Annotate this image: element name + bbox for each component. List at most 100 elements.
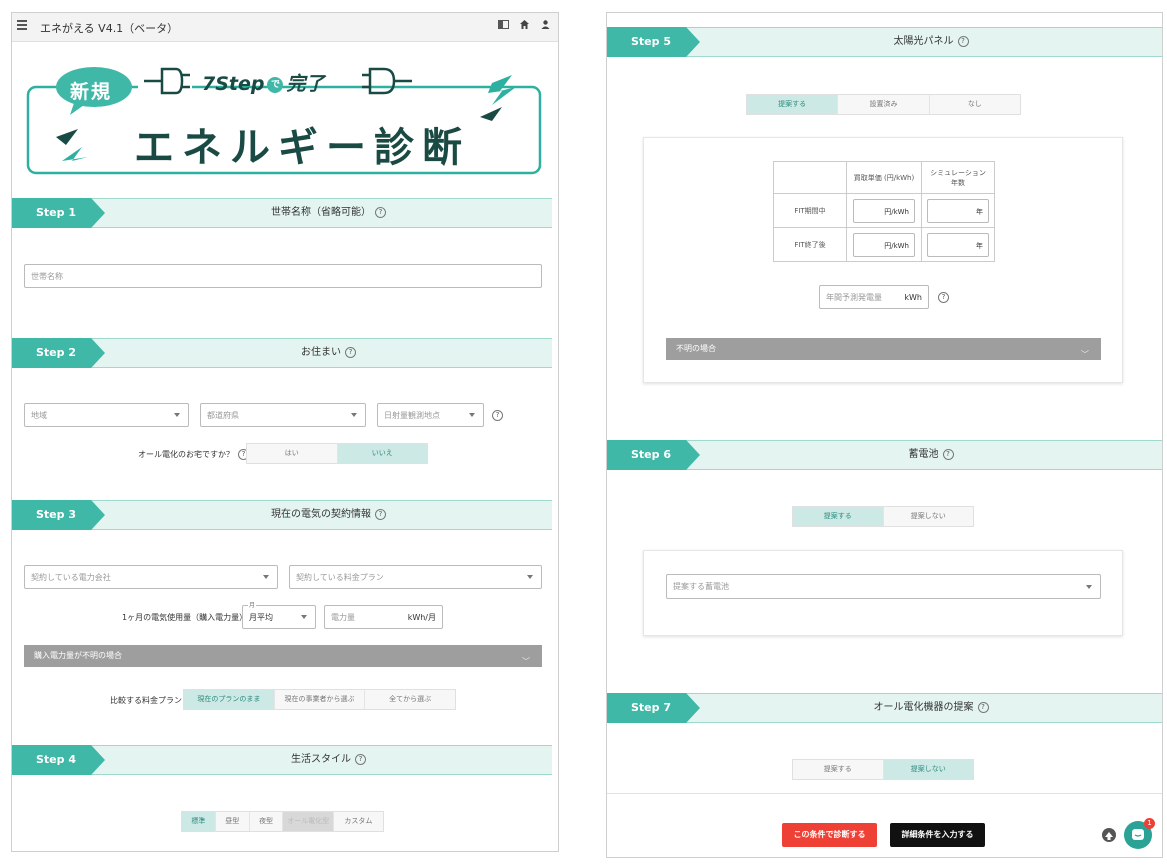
solar-none[interactable]: なし	[929, 95, 1020, 114]
battery-propose[interactable]: 提案する	[793, 507, 884, 526]
fit-during-years-input[interactable]: 年	[927, 198, 989, 223]
user-icon[interactable]	[540, 19, 551, 34]
battery-placeholder: 提案する蓄電池	[673, 582, 729, 591]
step3-header: Step 3 現在の電気の契約情報?	[12, 500, 552, 530]
lifestyle-custom[interactable]: カスタム	[333, 812, 383, 831]
device-no-propose[interactable]: 提案しない	[883, 760, 973, 779]
all-electric-device-toggle: 提案する 提案しない	[792, 759, 974, 780]
help-icon[interactable]: ?	[492, 410, 503, 421]
right-panel: Step 5 太陽光パネル? 提案する 設置済み なし 買取単価 (円/kWh)…	[606, 12, 1163, 858]
step4-title-wrap: 生活スタイル?	[105, 745, 552, 775]
purchase-unknown-accordion[interactable]: 購入電力量が不明の場合 ﹀	[24, 645, 542, 667]
battery-select[interactable]: 提案する蓄電池	[666, 574, 1101, 599]
step2-title-wrap: お住まい?	[105, 338, 552, 368]
step7-header: Step 7 オール電化機器の提案?	[607, 693, 1162, 723]
prefecture-placeholder: 都道府県	[207, 410, 239, 420]
annual-generation-input[interactable]: 年間予測発電量 kWh	[819, 285, 929, 309]
all-electric-label-text: オール電化のお宅ですか？	[138, 450, 234, 459]
solar-toggle: 提案する 設置済み なし	[746, 94, 1021, 115]
period-value: 月平均	[249, 612, 273, 622]
banner-de: で	[267, 76, 284, 93]
fit-during-price-input[interactable]: 円/kWh	[853, 198, 915, 223]
fit-table-corner	[773, 161, 847, 194]
panel-icon[interactable]	[498, 19, 509, 34]
fit-row-label: FIT期間中	[773, 193, 847, 228]
step6-header: Step 6 蓄電池?	[607, 440, 1162, 470]
rate-plan-select[interactable]: 契約している料金プラン	[289, 565, 542, 589]
home-icon[interactable]	[519, 19, 530, 34]
chevron-down-icon	[263, 575, 269, 579]
compare-plan-label: 比較する料金プラン	[110, 696, 182, 705]
scroll-top-icon[interactable]	[1102, 828, 1116, 842]
step3-tag: Step 3	[12, 500, 105, 530]
solar-installed[interactable]: 設置済み	[838, 95, 930, 114]
banner-main-title: エネルギー診断	[134, 125, 470, 171]
step6-title: 蓄電池	[908, 449, 939, 460]
compare-current-plan[interactable]: 現在のプランのまま	[184, 690, 275, 709]
solar-unknown-accordion[interactable]: 不明の場合 ﹀	[666, 338, 1101, 360]
fit-after-price-input[interactable]: 円/kWh	[853, 232, 915, 257]
fit-after-years-input[interactable]: 年	[927, 232, 989, 257]
household-name-placeholder: 世帯名称	[31, 271, 63, 281]
step6-tag: Step 6	[607, 440, 700, 470]
help-icon[interactable]: ?	[375, 508, 386, 520]
footer-divider	[607, 793, 1162, 794]
battery-no-propose[interactable]: 提案しない	[883, 507, 973, 526]
help-icon[interactable]: ?	[345, 346, 356, 358]
details-button[interactable]: 詳細条件を入力する	[890, 823, 985, 847]
chat-icon[interactable]: 1	[1124, 818, 1155, 849]
region-select[interactable]: 地域	[24, 403, 189, 427]
step5-title: 太陽光パネル	[893, 36, 954, 47]
usage-amount-placeholder: 電力量	[331, 612, 355, 622]
banner-step-line: 7Step で完了	[202, 69, 325, 96]
help-icon[interactable]: ?	[375, 206, 386, 218]
rate-plan-placeholder: 契約している料金プラン	[296, 572, 384, 582]
step2-header: Step 2 お住まい?	[12, 338, 552, 368]
diagnose-button[interactable]: この条件で診断する	[782, 823, 877, 847]
household-name-input[interactable]: 世帯名称	[24, 264, 542, 288]
chat-badge: 1	[1144, 818, 1155, 829]
diagnosis-banner: 新規 7Step で完了 エネルギー診断	[26, 65, 542, 175]
usage-amount-input[interactable]: 電力量 kWh/月	[324, 605, 443, 629]
compare-current-provider[interactable]: 現在の事業者から選ぶ	[274, 690, 366, 709]
period-select[interactable]: 月 月平均	[242, 600, 316, 629]
lifestyle-all-electric: オール電化型	[283, 812, 334, 831]
annual-generation-placeholder: 年間予測発電量	[826, 292, 882, 302]
power-company-select[interactable]: 契約している電力会社	[24, 565, 278, 589]
compare-all[interactable]: 全てから選ぶ	[365, 690, 456, 709]
step5-tag: Step 5	[607, 27, 700, 57]
chevron-down-icon	[1086, 584, 1092, 589]
lifestyle-daytime[interactable]: 昼型	[215, 812, 250, 831]
region-placeholder: 地域	[31, 410, 47, 420]
observation-placeholder: 日射量観測地点	[384, 410, 440, 420]
help-icon[interactable]: ?	[355, 753, 366, 765]
lifestyle-night[interactable]: 夜型	[249, 812, 284, 831]
help-icon[interactable]: ?	[977, 701, 989, 713]
step1-title-wrap: 世帯名称（省略可能）?	[105, 198, 552, 228]
chevron-down-icon: ﹀	[522, 657, 530, 666]
prefecture-select[interactable]: 都道府県	[200, 403, 366, 427]
chevron-down-icon: ﹀	[1081, 350, 1089, 359]
annual-generation-unit: kWh	[904, 292, 922, 302]
step4-header: Step 4 生活スタイル?	[12, 745, 552, 775]
fit-col-years-line2: 年数	[951, 178, 965, 187]
step3-title: 現在の電気の契約情報	[271, 509, 371, 520]
all-electric-yes[interactable]: はい	[247, 444, 338, 463]
fit-col-years: シミュレーション 年数	[921, 161, 995, 194]
all-electric-no[interactable]: いいえ	[337, 444, 427, 463]
compare-plan-toggle: 現在のプランのまま 現在の事業者から選ぶ 全てから選ぶ	[183, 689, 456, 710]
step1-tag: Step 1	[12, 198, 105, 228]
hamburger-icon[interactable]	[17, 20, 27, 30]
lifestyle-standard[interactable]: 標準	[182, 812, 216, 831]
chevron-down-icon	[301, 615, 307, 619]
help-icon[interactable]: ?	[938, 292, 949, 303]
step7-tag: Step 7	[607, 693, 700, 723]
solar-propose[interactable]: 提案する	[747, 95, 839, 114]
step5-header: Step 5 太陽光パネル?	[607, 27, 1162, 57]
device-propose[interactable]: 提案する	[793, 760, 884, 779]
help-icon[interactable]: ?	[942, 448, 954, 460]
solar-unknown-label: 不明の場合	[676, 344, 716, 353]
help-icon[interactable]: ?	[957, 35, 969, 47]
observation-point-select[interactable]: 日射量観測地点	[377, 403, 484, 427]
step5-title-wrap: 太陽光パネル?	[700, 27, 1162, 57]
